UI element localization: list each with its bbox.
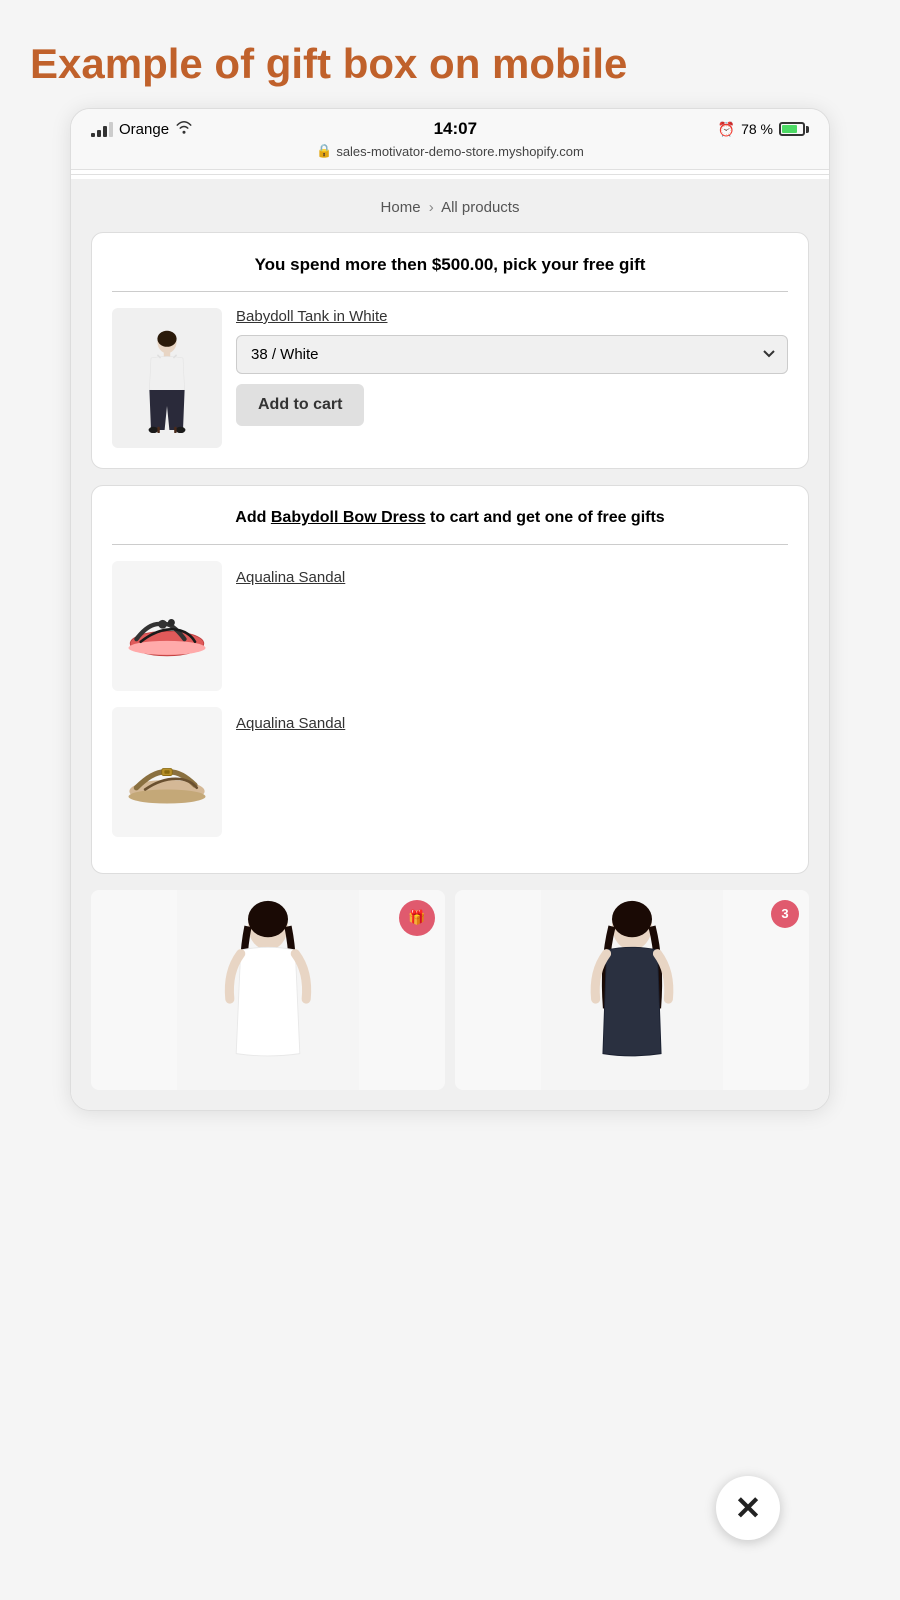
lock-icon: 🔒 (316, 143, 332, 159)
free-gifts-title: Add Babydoll Bow Dress to cart and get o… (112, 506, 788, 530)
breadcrumb-home[interactable]: Home (381, 199, 421, 216)
content-area: Home › All products You spend more then … (71, 179, 829, 1110)
battery-area: ⏰ 78 % (718, 121, 809, 138)
product-row: Babydoll Tank in White 38 / White Add to… (112, 308, 788, 448)
add-to-cart-button[interactable]: Add to cart (236, 384, 364, 426)
grid-item-2[interactable]: 3 (455, 890, 809, 1090)
sandal2-svg (122, 737, 212, 807)
page-title: Example of gift box on mobile (0, 0, 900, 108)
free-gifts-title-product: Babydoll Bow Dress (271, 509, 426, 526)
product-grid: 🎁 3 (91, 890, 809, 1090)
wifi-icon (175, 120, 193, 138)
alarm-icon: ⏰ (718, 121, 735, 138)
gift-card-title: You spend more then $500.00, pick your f… (112, 253, 788, 277)
count-badge: 3 (771, 900, 799, 928)
url-text: sales-motivator-demo-store.myshopify.com (336, 144, 584, 159)
sandal1-svg (122, 591, 212, 661)
variant-select[interactable]: 38 / White (236, 335, 788, 374)
grid-item-1[interactable]: 🎁 (91, 890, 445, 1090)
sandal2-image (112, 707, 222, 837)
battery-icon (779, 122, 809, 136)
url-bar[interactable]: 🔒 sales-motivator-demo-store.myshopify.c… (316, 143, 584, 159)
gift-item-1: Aqualina Sandal (112, 561, 788, 691)
grid-figure-2-svg (455, 890, 809, 1090)
sandal2-name: Aqualina Sandal (236, 715, 345, 732)
product-info: Babydoll Tank in White 38 / White Add to… (236, 308, 788, 426)
gift-badge-1: 🎁 (399, 900, 435, 936)
sandal1-name: Aqualina Sandal (236, 569, 345, 586)
close-icon: ✕ (735, 1492, 762, 1524)
breadcrumb: Home › All products (91, 199, 809, 216)
gift-item-2: Aqualina Sandal (112, 707, 788, 837)
sandal1-image (112, 561, 222, 691)
grid-figure-1-svg (91, 890, 445, 1090)
breadcrumb-current: All products (441, 199, 519, 216)
product-figure-svg (127, 323, 207, 433)
product-name: Babydoll Tank in White (236, 308, 788, 325)
close-button[interactable]: ✕ (716, 1476, 780, 1540)
signal-icon (91, 121, 113, 137)
free-gifts-title-part1: Add (235, 509, 266, 526)
gift-icon: 🎁 (408, 909, 425, 926)
time-display: 14:07 (434, 119, 477, 139)
free-gifts-divider (112, 544, 788, 545)
sandal2-info: Aqualina Sandal (236, 707, 345, 732)
phone-mockup: Orange 14:07 ⏰ 78 % (70, 108, 830, 1111)
product-image (112, 308, 222, 448)
free-gifts-card: Add Babydoll Bow Dress to cart and get o… (91, 485, 809, 874)
divider (71, 174, 829, 175)
battery-percentage: 78 % (741, 121, 773, 137)
status-bar: Orange 14:07 ⏰ 78 % (71, 109, 829, 170)
gift-spend-card: You spend more then $500.00, pick your f… (91, 232, 809, 469)
carrier-name: Orange (119, 121, 169, 138)
card-divider (112, 291, 788, 292)
carrier-info: Orange (91, 120, 193, 138)
breadcrumb-separator: › (429, 199, 434, 216)
sandal1-info: Aqualina Sandal (236, 561, 345, 586)
free-gifts-title-part2: to cart and get one of free gifts (430, 509, 665, 526)
